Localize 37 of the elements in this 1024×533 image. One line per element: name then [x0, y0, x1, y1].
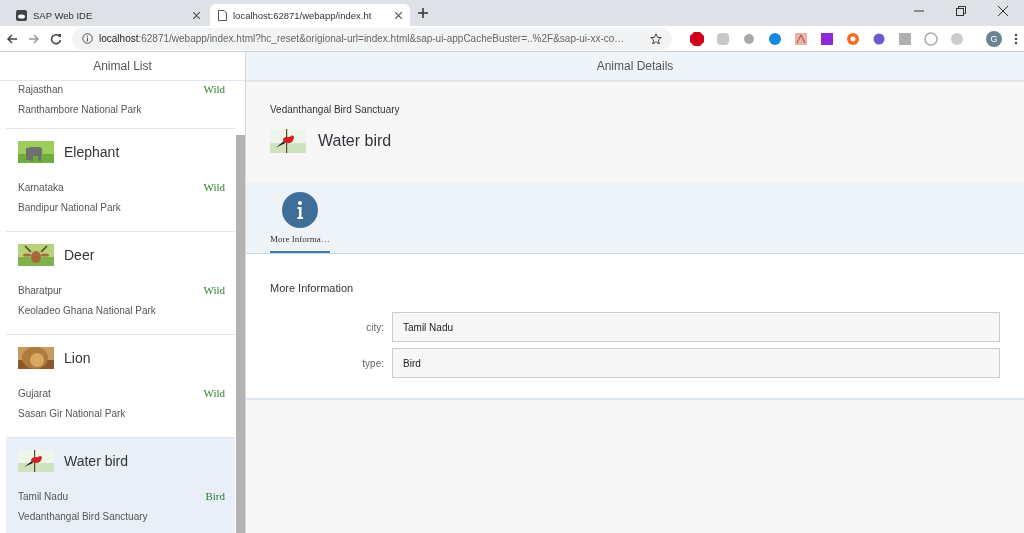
field-label: city:	[365, 321, 384, 333]
status-text: Wild	[203, 387, 225, 399]
park-text: Bandipur National Park	[18, 202, 122, 213]
field-label: type:	[361, 357, 384, 369]
list-item[interactable]: Rajasthan Wild Ranthambore National Park	[6, 81, 235, 129]
list-item[interactable]: Water bird Tamil Nadu Bird Vedanthangal Bird Sanctuary	[6, 438, 235, 533]
park-text: Keoladeo Ghana National Park	[18, 305, 157, 316]
animal-name: Lion	[64, 350, 91, 366]
text-field[interactable]: Tamil Nadu	[392, 312, 1000, 342]
region-text: Bharatpur	[18, 284, 62, 296]
status-text: Bird	[205, 490, 225, 502]
region-text: Gujarat	[18, 387, 51, 399]
status-text: Wild	[203, 83, 225, 95]
header-title: Water bird	[318, 132, 392, 150]
address-field[interactable]: localhost:62871/webapp/index.html?hc_reset&origional-url=index.html&sap-ui-appCacheBuster=..%2F&sap-ui-xx-co…	[72, 27, 672, 50]
browser-tab[interactable]: localhost:62871/webapp/index.ht	[210, 4, 410, 26]
profile-avatar[interactable]: G	[986, 30, 1002, 47]
region-text: Rajasthan	[18, 83, 64, 95]
panel-title: Animal Details	[246, 52, 1024, 81]
list-item[interactable]: Deer Bharatpur Wild Keoladeo Ghana National Park	[6, 232, 235, 335]
region-text: Tamil Nadu	[18, 490, 69, 502]
park-text: Sasan Gir National Park	[18, 408, 127, 419]
icon-tab[interactable]: More Informa…	[270, 192, 330, 253]
region-text: Karnataka	[18, 181, 64, 193]
browser-tab[interactable]: SAP Web IDE	[8, 4, 208, 26]
animal-name: Deer	[64, 247, 95, 263]
park-text: Vedanthangal Bird Sanctuary	[18, 511, 149, 522]
animal-name: Water bird	[64, 453, 129, 469]
park-text: Ranthambore National Park	[18, 104, 143, 115]
section-title: More Information	[270, 282, 355, 294]
panel-title: Animal List	[0, 52, 245, 81]
header-subtitle: Vedanthangal Bird Sanctuary	[270, 104, 401, 115]
status-text: Wild	[203, 181, 225, 193]
list-item[interactable]: Elephant Karnataka Wild Bandipur National Park	[6, 129, 235, 232]
status-text: Wild	[203, 284, 225, 296]
animal-name: Elephant	[64, 144, 120, 160]
text-field[interactable]: Bird	[392, 348, 1000, 378]
